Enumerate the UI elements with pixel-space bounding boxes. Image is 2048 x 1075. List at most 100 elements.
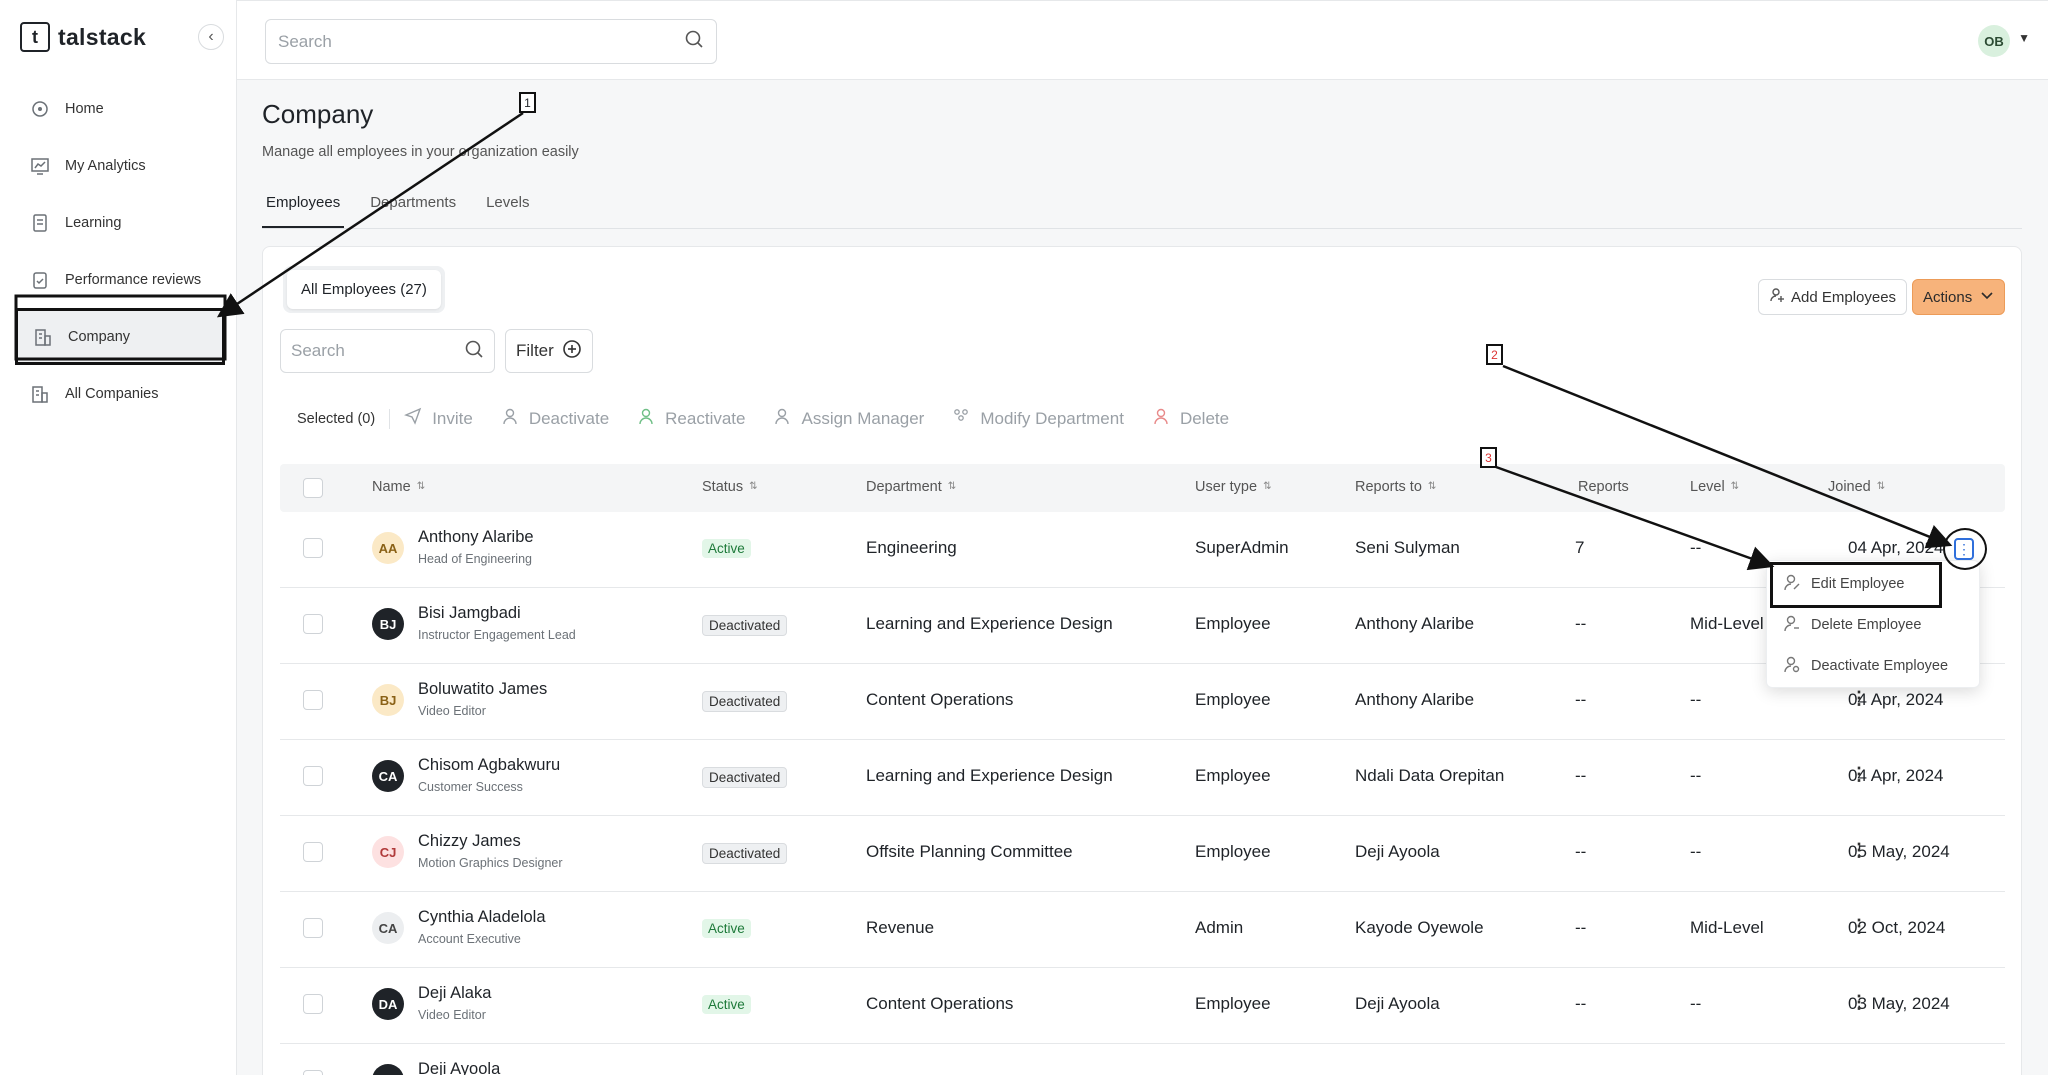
cell-joined: 04 Apr, 2024 bbox=[1848, 538, 1944, 557]
deactivate-employee-menu-item[interactable]: Deactivate Employee bbox=[1783, 655, 1948, 677]
employee-name[interactable]: Chizzy James bbox=[418, 832, 521, 851]
table-row[interactable]: CA Chisom Agbakwuru Customer Success Deacti… bbox=[280, 740, 2005, 816]
employee-name[interactable]: Bisi Jamgbadi bbox=[418, 604, 521, 623]
annotation-circle bbox=[1943, 528, 1987, 570]
menu-item-label: Deactivate Employee bbox=[1811, 658, 1949, 674]
global-search-input[interactable]: Search bbox=[265, 19, 717, 64]
row-checkbox[interactable] bbox=[303, 842, 323, 862]
status-badge: Deactivated bbox=[702, 843, 788, 864]
row-checkbox[interactable] bbox=[303, 614, 323, 634]
chevron-down-icon bbox=[1980, 288, 1994, 306]
kebab-menu-icon[interactable]: ⋮ bbox=[1850, 992, 1868, 1013]
column-user-type[interactable]: User type ⇅ bbox=[1195, 479, 1271, 495]
all-employees-button[interactable]: All Employees (27) bbox=[287, 270, 441, 309]
kebab-menu-icon[interactable]: ⋮ bbox=[1850, 688, 1868, 709]
column-label: Level bbox=[1690, 479, 1725, 495]
table-row[interactable]: AA Anthony Alaribe Head of Engineering Acti… bbox=[280, 512, 2005, 588]
modify-department-button[interactable]: Modify Department bbox=[952, 407, 1124, 430]
avatar: AA bbox=[372, 532, 404, 564]
table-row[interactable]: DA Deji Alaka Video Editor Active Content Op… bbox=[280, 968, 2005, 1044]
select-all-checkbox[interactable] bbox=[303, 478, 323, 498]
employee-name[interactable]: Deji Ayoola bbox=[418, 1060, 500, 1075]
clipboard-icon bbox=[29, 269, 51, 291]
sidebar-item-learning[interactable]: Learning bbox=[15, 194, 225, 251]
assign-manager-label: Assign Manager bbox=[801, 408, 925, 428]
logo[interactable]: t talstack bbox=[20, 22, 146, 52]
annotation-marker-3: 3 bbox=[1480, 447, 1497, 468]
employee-name[interactable]: Chisom Agbakwuru bbox=[418, 756, 560, 775]
sidebar-item-home[interactable]: Home bbox=[15, 80, 225, 137]
sidebar-item-company[interactable]: Company bbox=[15, 308, 225, 365]
employee-name[interactable]: Deji Alaka bbox=[418, 984, 491, 1003]
row-checkbox[interactable] bbox=[303, 538, 323, 558]
column-department[interactable]: Department ⇅ bbox=[866, 479, 956, 495]
actions-button[interactable]: Actions bbox=[1912, 279, 2006, 315]
assign-manager-button[interactable]: Assign Manager bbox=[773, 407, 924, 430]
sidebar-item-label: Performance reviews bbox=[65, 271, 202, 288]
sidebar-item-label: Learning bbox=[65, 214, 122, 231]
caret-down-icon[interactable]: ▼ bbox=[2018, 31, 2030, 45]
cell-department: Content Operations bbox=[866, 994, 1014, 1013]
table-row[interactable]: BJ Boluwatito James Video Editor Deactivate… bbox=[280, 664, 2005, 740]
collapse-sidebar-button[interactable]: ‹ bbox=[198, 24, 224, 50]
filter-button[interactable]: Filter bbox=[505, 329, 593, 373]
sidebar-item-my-analytics[interactable]: My Analytics bbox=[15, 137, 225, 194]
cell-reports: -- bbox=[1575, 766, 1587, 785]
column-label: Joined bbox=[1828, 479, 1871, 495]
user-avatar[interactable]: OB bbox=[1978, 25, 2010, 57]
table-row[interactable]: CA Cynthia Aladelola Account Executive Acti… bbox=[280, 892, 2005, 968]
row-checkbox[interactable] bbox=[303, 690, 323, 710]
building-icon bbox=[29, 383, 51, 405]
row-checkbox[interactable] bbox=[303, 1070, 323, 1075]
actions-label: Actions bbox=[1923, 288, 1973, 306]
table-row[interactable]: DA Deji Ayoola bbox=[280, 1044, 2005, 1075]
sort-icon: ⇅ bbox=[1730, 481, 1740, 492]
invite-button[interactable]: Invite bbox=[404, 407, 473, 430]
column-label: Reports bbox=[1578, 479, 1629, 495]
deactivate-label: Deactivate bbox=[528, 408, 610, 428]
sort-icon: ⇅ bbox=[1427, 481, 1437, 492]
search-icon bbox=[684, 29, 704, 54]
bulk-actions-bar: Selected (0) Invite Deactivate Reactivat… bbox=[297, 407, 1229, 430]
sidebar-item-label: All Companies bbox=[65, 385, 159, 402]
kebab-menu-icon[interactable]: ⋮ bbox=[1850, 916, 1868, 937]
sidebar-item-all-companies[interactable]: All Companies bbox=[15, 365, 225, 422]
tab-departments[interactable]: Departments bbox=[366, 188, 460, 228]
sidebar-item-label: Home bbox=[65, 100, 104, 117]
tab-levels[interactable]: Levels bbox=[482, 188, 533, 228]
column-level[interactable]: Level ⇅ bbox=[1690, 479, 1739, 495]
cell-reports: -- bbox=[1575, 842, 1587, 861]
logo-mark: t bbox=[20, 22, 50, 52]
deactivate-button[interactable]: Deactivate bbox=[501, 407, 609, 430]
employee-role: Instructor Engagement Lead bbox=[418, 628, 576, 642]
column-reports-to[interactable]: Reports to ⇅ bbox=[1355, 479, 1436, 495]
row-checkbox[interactable] bbox=[303, 918, 323, 938]
employee-name[interactable]: Anthony Alaribe bbox=[418, 528, 534, 547]
employee-role: Video Editor bbox=[418, 1008, 486, 1022]
row-checkbox[interactable] bbox=[303, 994, 323, 1014]
employee-name[interactable]: Cynthia Aladelola bbox=[418, 908, 546, 927]
kebab-menu-icon[interactable]: ⋮ bbox=[1850, 840, 1868, 861]
delete-employee-menu-item[interactable]: Delete Employee bbox=[1783, 614, 1921, 636]
cell-level: -- bbox=[1690, 538, 1702, 557]
sidebar-item-performance-reviews[interactable]: Performance reviews bbox=[15, 251, 225, 308]
column-status[interactable]: Status ⇅ bbox=[702, 479, 758, 495]
employee-search-input[interactable]: Search bbox=[280, 329, 495, 373]
row-checkbox[interactable] bbox=[303, 766, 323, 786]
user-delete-icon bbox=[1152, 407, 1170, 430]
add-employees-button[interactable]: Add Employees bbox=[1758, 279, 1908, 315]
column-joined[interactable]: Joined ⇅ bbox=[1828, 479, 1885, 495]
employee-name[interactable]: Boluwatito James bbox=[418, 680, 547, 699]
table-row[interactable]: CJ Chizzy James Motion Graphics Designer De… bbox=[280, 816, 2005, 892]
kebab-menu-icon[interactable]: ⋮ bbox=[1850, 764, 1868, 785]
table-row[interactable]: BJ Bisi Jamgbadi Instructor Engagement Lea… bbox=[280, 588, 2005, 664]
reactivate-button[interactable]: Reactivate bbox=[637, 407, 745, 430]
tab-employees[interactable]: Employees bbox=[262, 188, 345, 228]
column-name[interactable]: Name ⇅ bbox=[372, 479, 425, 495]
cell-reports-to: Deji Ayoola bbox=[1355, 842, 1440, 861]
employee-role: Motion Graphics Designer bbox=[418, 856, 563, 870]
cell-department: Engineering bbox=[866, 538, 957, 557]
analytics-icon bbox=[29, 155, 51, 177]
delete-button[interactable]: Delete bbox=[1152, 407, 1229, 430]
cell-reports: -- bbox=[1575, 690, 1587, 709]
